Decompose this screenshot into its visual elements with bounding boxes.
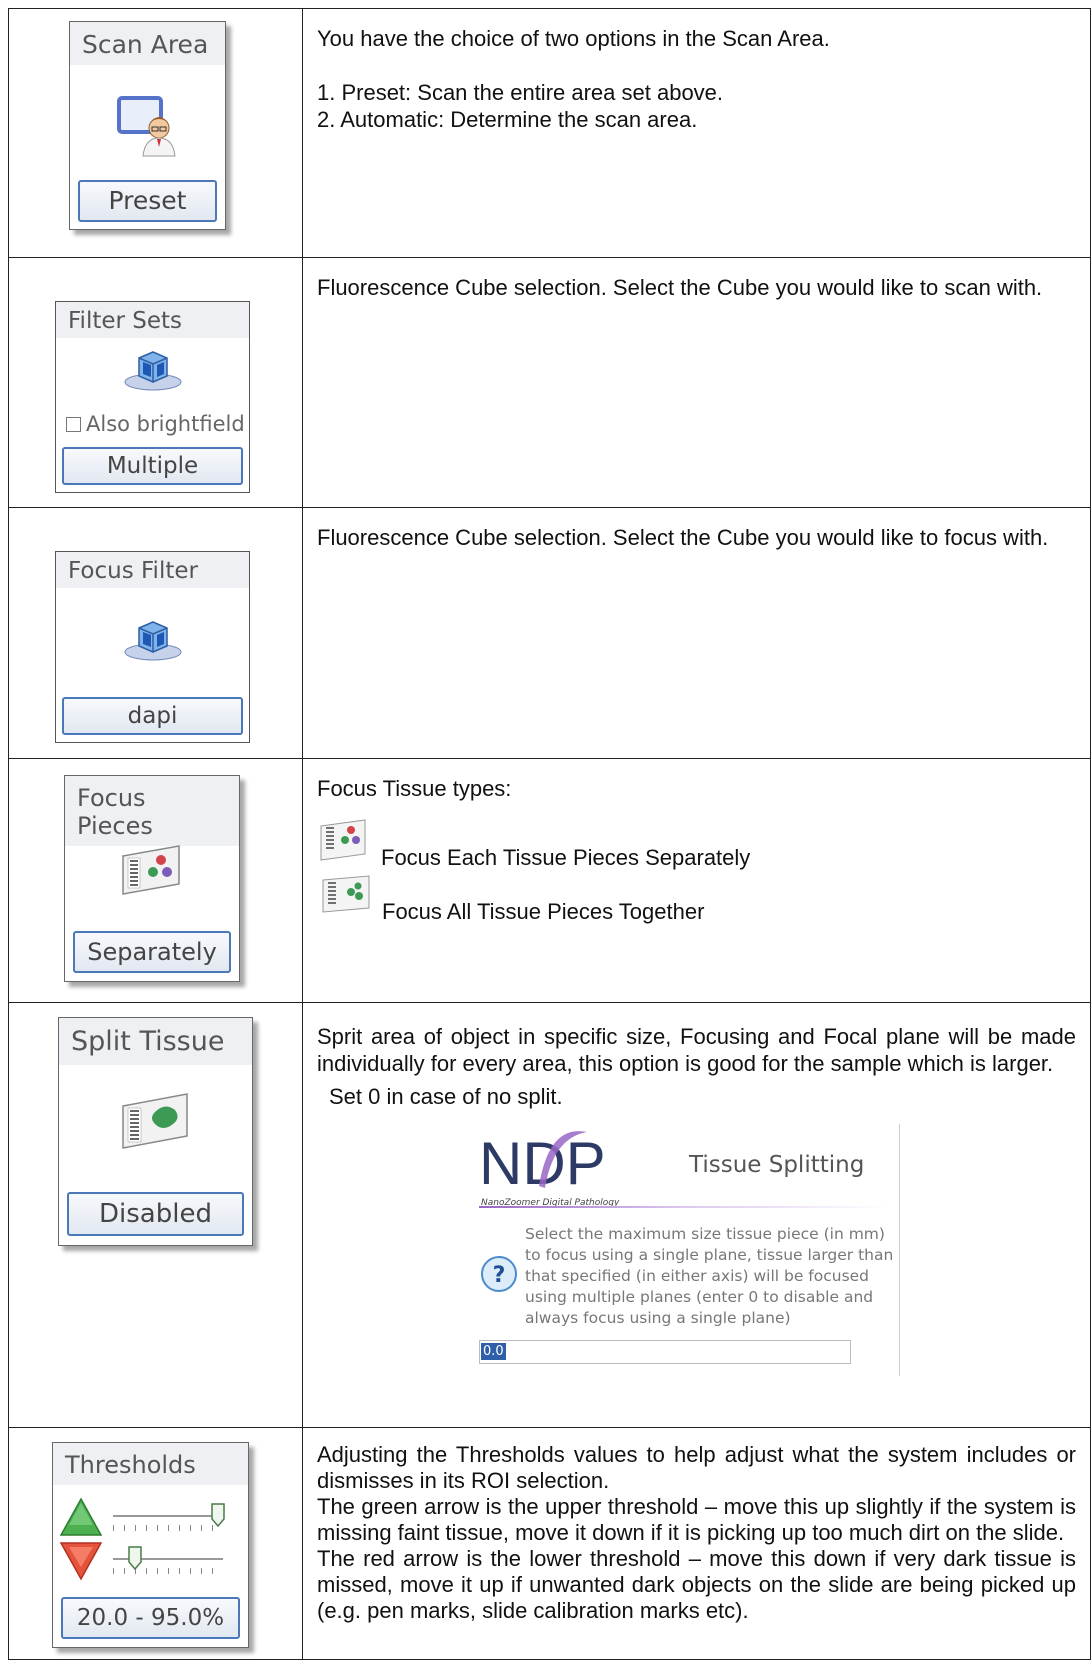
svg-text:?: ? [493, 1263, 506, 1288]
focus-pieces-description: Focus Tissue types: Focus Each Tissue Pi… [302, 758, 1091, 1003]
thresholds-title: Thresholds [53, 1443, 248, 1485]
focus-pieces-panel: Focus Pieces Separately [64, 775, 240, 982]
option-separately-label: Focus Each Tissue Pieces Separately [381, 845, 751, 870]
tissue-slide-icon [59, 1090, 252, 1156]
option-separately-row: Focus Each Tissue Pieces Separately [317, 818, 1076, 880]
ndp-logo-subtitle: NanoZoomer Digital Pathology [481, 1198, 620, 1208]
focus-pieces-cell: Focus Pieces Separately [8, 758, 303, 1003]
focus-filter-text: Fluorescence Cube selection. Select the … [317, 525, 1049, 550]
thresholds-text-1: Adjusting the Thresholds values to help … [317, 1442, 1076, 1493]
tissue-slide-icon [65, 842, 239, 902]
scan-area-option-2: 2. Automatic: Determine the scan area. [317, 107, 698, 132]
row-split-tissue: Split Tissue Disabled Sprit area of obje… [8, 1002, 1091, 1428]
upper-threshold-track [113, 1515, 223, 1517]
scan-area-intro: You have the choice of two options in th… [317, 26, 830, 51]
also-brightfield-checkbox[interactable] [66, 417, 81, 432]
option-together-label: Focus All Tissue Pieces Together [382, 899, 705, 924]
split-tissue-description: Sprit area of object in specific size, F… [302, 1002, 1091, 1428]
tissue-split-size-input[interactable]: 0.0 [479, 1340, 851, 1364]
filter-cube-icon [56, 618, 249, 668]
thresholds-cell: Thresholds 20.0 - 95.0% [8, 1427, 303, 1660]
tissue-split-size-value: 0.0 [481, 1343, 506, 1360]
scan-area-title: Scan Area [70, 22, 225, 65]
split-tissue-panel: Split Tissue Disabled [58, 1017, 253, 1246]
instructions-table: Scan Area Preset You have the choice of … [8, 8, 1091, 1660]
together-pieces-icon [321, 874, 373, 920]
tissue-splitting-help-text: Select the maximum size tissue piece (in… [525, 1225, 894, 1327]
tissue-splitting-title: Tissue Splitting [689, 1152, 865, 1178]
thresholds-value-button[interactable]: 20.0 - 95.0% [61, 1597, 240, 1639]
monitor-with-user-icon [70, 92, 225, 164]
focus-filter-title: Focus Filter [56, 552, 249, 588]
also-brightfield-label: Also brightfield [86, 412, 245, 436]
split-tissue-note: Set 0 in case of no split. [329, 1084, 563, 1109]
filter-sets-text: Fluorescence Cube selection. Select the … [317, 275, 1043, 300]
focus-filter-description: Fluorescence Cube selection. Select the … [302, 507, 1091, 759]
scan-area-option-1: 1. Preset: Scan the entire area set abov… [317, 80, 724, 105]
split-tissue-disabled-button[interactable]: Disabled [67, 1192, 244, 1236]
help-question-icon: ? [479, 1254, 519, 1301]
thresholds-panel: Thresholds 20.0 - 95.0% [52, 1442, 249, 1648]
row-scan-area: Scan Area Preset You have the choice of … [8, 8, 1091, 258]
scan-area-cell: Scan Area Preset [8, 8, 303, 258]
focus-filter-cell: Focus Filter dapi [8, 507, 303, 759]
row-focus-filter: Focus Filter dapi Fluorescence Cube sele… [8, 507, 1091, 759]
upper-threshold-slider-thumb[interactable] [210, 1503, 225, 1531]
row-thresholds: Thresholds 20.0 - 95.0% Adjusting the Th… [8, 1427, 1091, 1660]
split-tissue-title: Split Tissue [59, 1018, 252, 1065]
lower-threshold-slider-thumb[interactable] [128, 1546, 142, 1574]
focus-pieces-separately-button[interactable]: Separately [73, 931, 231, 973]
split-tissue-cell: Split Tissue Disabled [8, 1002, 303, 1428]
upper-threshold-ticks [113, 1525, 223, 1531]
row-filter-sets: Filter Sets Also brightfield Multiple Fl… [8, 257, 1091, 508]
focus-filter-dapi-button[interactable]: dapi [62, 697, 243, 735]
also-brightfield-checkbox-row[interactable]: Also brightfield [66, 412, 245, 436]
thresholds-text-2: The green arrow is the upper threshold –… [317, 1494, 1076, 1545]
filter-sets-description: Fluorescence Cube selection. Select the … [302, 257, 1091, 508]
thresholds-text-3: The red arrow is the lower threshold – m… [317, 1546, 1076, 1623]
filter-cube-icon [56, 348, 249, 398]
tissue-splitting-dialog: NDP NanoZoomer Digital Pathology Tissue … [479, 1124, 900, 1376]
separate-pieces-icon [319, 818, 369, 868]
upper-threshold-arrow-icon [59, 1497, 103, 1541]
lower-threshold-arrow-icon [59, 1541, 103, 1585]
filter-sets-cell: Filter Sets Also brightfield Multiple [8, 257, 303, 508]
filter-sets-panel: Filter Sets Also brightfield Multiple [55, 301, 250, 493]
row-focus-pieces: Focus Pieces Separately Focus Tissue typ… [8, 758, 1091, 1003]
split-tissue-text: Sprit area of object in specific size, F… [317, 1024, 1076, 1076]
scan-area-panel: Scan Area Preset [69, 21, 226, 230]
filter-sets-multiple-button[interactable]: Multiple [62, 447, 243, 485]
focus-pieces-desc-title: Focus Tissue types: [317, 776, 512, 801]
thresholds-description: Adjusting the Thresholds values to help … [302, 1427, 1091, 1660]
scan-area-preset-button[interactable]: Preset [78, 180, 217, 222]
ndp-divider [479, 1206, 889, 1208]
focus-filter-panel: Focus Filter dapi [55, 551, 250, 743]
scan-area-description: You have the choice of two options in th… [302, 8, 1091, 258]
filter-sets-title: Filter Sets [56, 302, 249, 338]
focus-pieces-title: Focus Pieces [65, 776, 239, 846]
option-together-row: Focus All Tissue Pieces Together [317, 874, 1076, 934]
